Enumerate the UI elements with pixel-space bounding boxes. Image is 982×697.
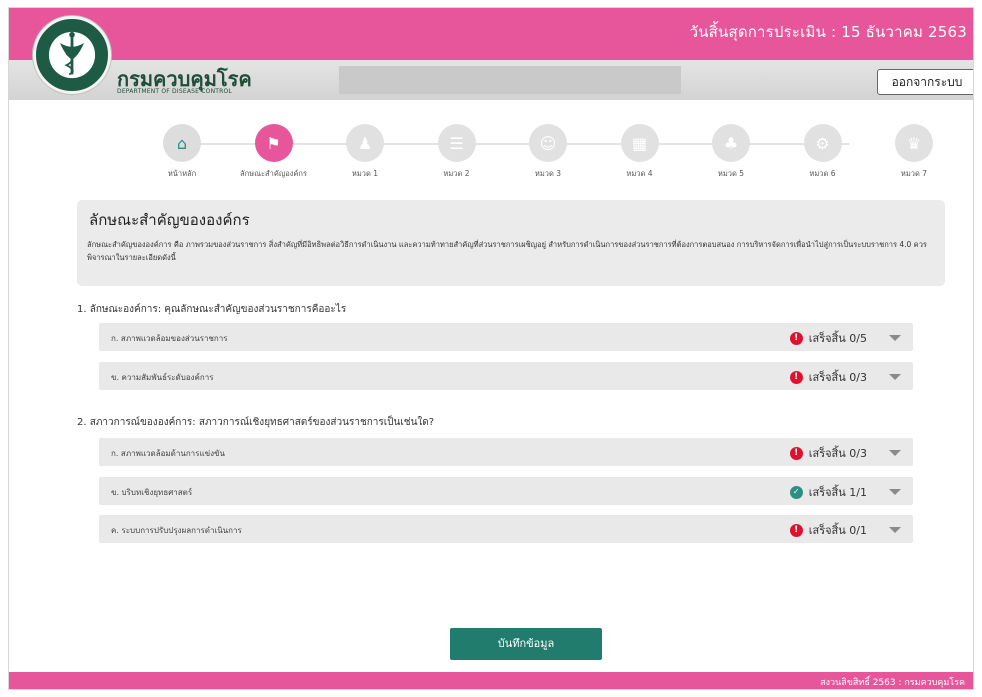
- customers-icon: ☺: [529, 124, 567, 162]
- chevron-down-icon[interactable]: [889, 450, 901, 456]
- accordion-row-1b[interactable]: ข. ความสัมพันธ์ระดับองค์การ ! เสร็จสิ้น 0…: [99, 362, 913, 390]
- assessment-deadline: วันสิ้นสุดการประเมิน : 15 ธันวาคม 2563: [689, 23, 967, 41]
- step-label: หมวด 5: [717, 169, 745, 178]
- ministry-logo: [33, 16, 111, 94]
- logout-button[interactable]: ออกจากระบบ: [877, 69, 973, 95]
- chart-icon: ▦: [620, 124, 659, 162]
- process-network-icon: ⚙: [803, 124, 842, 162]
- status-text: เสร็จสิ้น 1/1: [808, 486, 867, 499]
- chevron-down-icon[interactable]: [889, 527, 901, 533]
- step-1[interactable]: ⌂ หน้าหลัก: [147, 124, 217, 178]
- step-label: หมวด 2: [443, 169, 470, 178]
- row-label: ก. สภาพแวดล้อมของส่วนราชการ: [111, 334, 228, 343]
- top-bar: วันสิ้นสุดการประเมิน : 15 ธันวาคม 2563: [9, 8, 973, 60]
- step-2[interactable]: ⚑ ลักษณะสำคัญองค์กร: [239, 124, 309, 178]
- intro-description: ลักษณะสำคัญขององค์การ คือ ภาพรวมของส่วนร…: [87, 240, 927, 262]
- step-4[interactable]: ☰ หมวด 2: [422, 124, 492, 178]
- app-frame: วันสิ้นสุดการประเมิน : 15 ธันวาคม 2563 ก…: [8, 7, 974, 690]
- department-name-en: DEPARTMENT OF DISEASE CONTROL: [117, 88, 232, 95]
- row-status: ! เสร็จสิ้น 0/3: [789, 368, 867, 386]
- progress-stepper: ⌂ หน้าหลัก ⚑ ลักษณะสำคัญองค์กร ♟ หมวด 1 ☰ หมวด …: [9, 120, 973, 200]
- step-6[interactable]: ▦ หมวด 4: [605, 124, 675, 178]
- save-button[interactable]: บันทึกข้อมูล: [450, 628, 602, 660]
- flag-icon: ⚑: [254, 124, 293, 162]
- section-title-2: 2. สภาวการณ์ขององค์การ: สภาวการณ์เชิงยุท…: [77, 417, 435, 428]
- copyright-text: สงวนลิขสิทธิ์ 2563 : กรมควบคุมโรค: [820, 678, 965, 688]
- footer-bar: สงวนลิขสิทธิ์ 2563 : กรมควบคุมโรค: [9, 672, 973, 689]
- row-status: ! เสร็จสิ้น 0/5: [789, 329, 867, 347]
- row-status: ! เสร็จสิ้น 0/1: [789, 521, 867, 539]
- row-label: ข. ความสัมพันธ์ระดับองค์การ: [111, 373, 214, 382]
- chevron-down-icon[interactable]: [889, 489, 901, 495]
- warning-icon: !: [789, 446, 803, 460]
- row-status: ✓ เสร็จสิ้น 1/1: [789, 483, 867, 501]
- status-text: เสร็จสิ้น 0/3: [808, 371, 867, 384]
- step-label: หมวด 3: [534, 169, 562, 178]
- status-text: เสร็จสิ้น 0/1: [808, 524, 867, 537]
- step-label: หน้าหลัก: [167, 169, 197, 178]
- row-label: ค. ระบบการปรับปรุงผลการดำเนินการ: [111, 526, 242, 535]
- step-8[interactable]: ⚙ หมวด 6: [788, 124, 858, 178]
- chevron-down-icon[interactable]: [889, 374, 901, 380]
- section-title-1: 1. ลักษณะองค์การ: คุณลักษณะสำคัญของส่วนร…: [77, 304, 347, 315]
- warning-icon: !: [789, 331, 803, 345]
- accordion-row-2c[interactable]: ค. ระบบการปรับปรุงผลการดำเนินการ ! เสร็จส…: [99, 515, 913, 543]
- step-9[interactable]: ♛ หมวด 7: [879, 124, 949, 178]
- staff-icon: ♣: [712, 124, 750, 162]
- brand-bar: กรมควบคุมโรค DEPARTMENT OF DISEASE CONTR…: [9, 60, 973, 100]
- accordion-row-1a[interactable]: ก. สภาพแวดล้อมของส่วนราชการ ! เสร็จสิ้น 0…: [99, 323, 913, 351]
- step-label: ลักษณะสำคัญองค์กร: [239, 169, 308, 178]
- step-label: หมวด 1: [351, 169, 379, 178]
- check-circle-icon: ✓: [789, 485, 803, 499]
- step-label: หมวด 7: [900, 169, 928, 178]
- status-text: เสร็จสิ้น 0/5: [808, 332, 867, 345]
- warning-icon: !: [789, 523, 803, 537]
- step-label: หมวด 6: [809, 169, 836, 178]
- step-label: หมวด 4: [626, 169, 653, 178]
- step-7[interactable]: ♣ หมวด 5: [696, 124, 766, 178]
- strategy-signpost-icon: ☰: [437, 124, 476, 162]
- row-label: ก. สภาพแวดล้อมด้านการแข่งขัน: [111, 449, 225, 458]
- step-5[interactable]: ☺ หมวด 3: [513, 124, 583, 178]
- accordion-row-2b[interactable]: ข. บริบทเชิงยุทธศาสตร์ ✓ เสร็จสิ้น 1/1: [99, 477, 913, 505]
- row-status: ! เสร็จสิ้น 0/3: [789, 444, 867, 462]
- leadership-icon: ♟: [346, 124, 384, 162]
- status-text: เสร็จสิ้น 0/3: [808, 447, 867, 460]
- ministry-seal-icon: [37, 20, 107, 90]
- accordion-row-2a[interactable]: ก. สภาพแวดล้อมด้านการแข่งขัน ! เสร็จสิ้น …: [99, 438, 913, 466]
- row-label: ข. บริบทเชิงยุทธศาสตร์: [111, 488, 193, 497]
- chevron-down-icon[interactable]: [889, 335, 901, 341]
- page-title: ลักษณะสำคัญขององค์กร: [89, 211, 250, 229]
- intro-panel: ลักษณะสำคัญขององค์กร ลักษณะสำคัญขององค์ก…: [77, 200, 945, 286]
- trophy-icon: ♛: [895, 124, 933, 162]
- warning-icon: !: [789, 370, 803, 384]
- home-icon: ⌂: [163, 124, 201, 162]
- step-3[interactable]: ♟ หมวด 1: [330, 124, 400, 178]
- header-placeholder-box: [339, 66, 681, 94]
